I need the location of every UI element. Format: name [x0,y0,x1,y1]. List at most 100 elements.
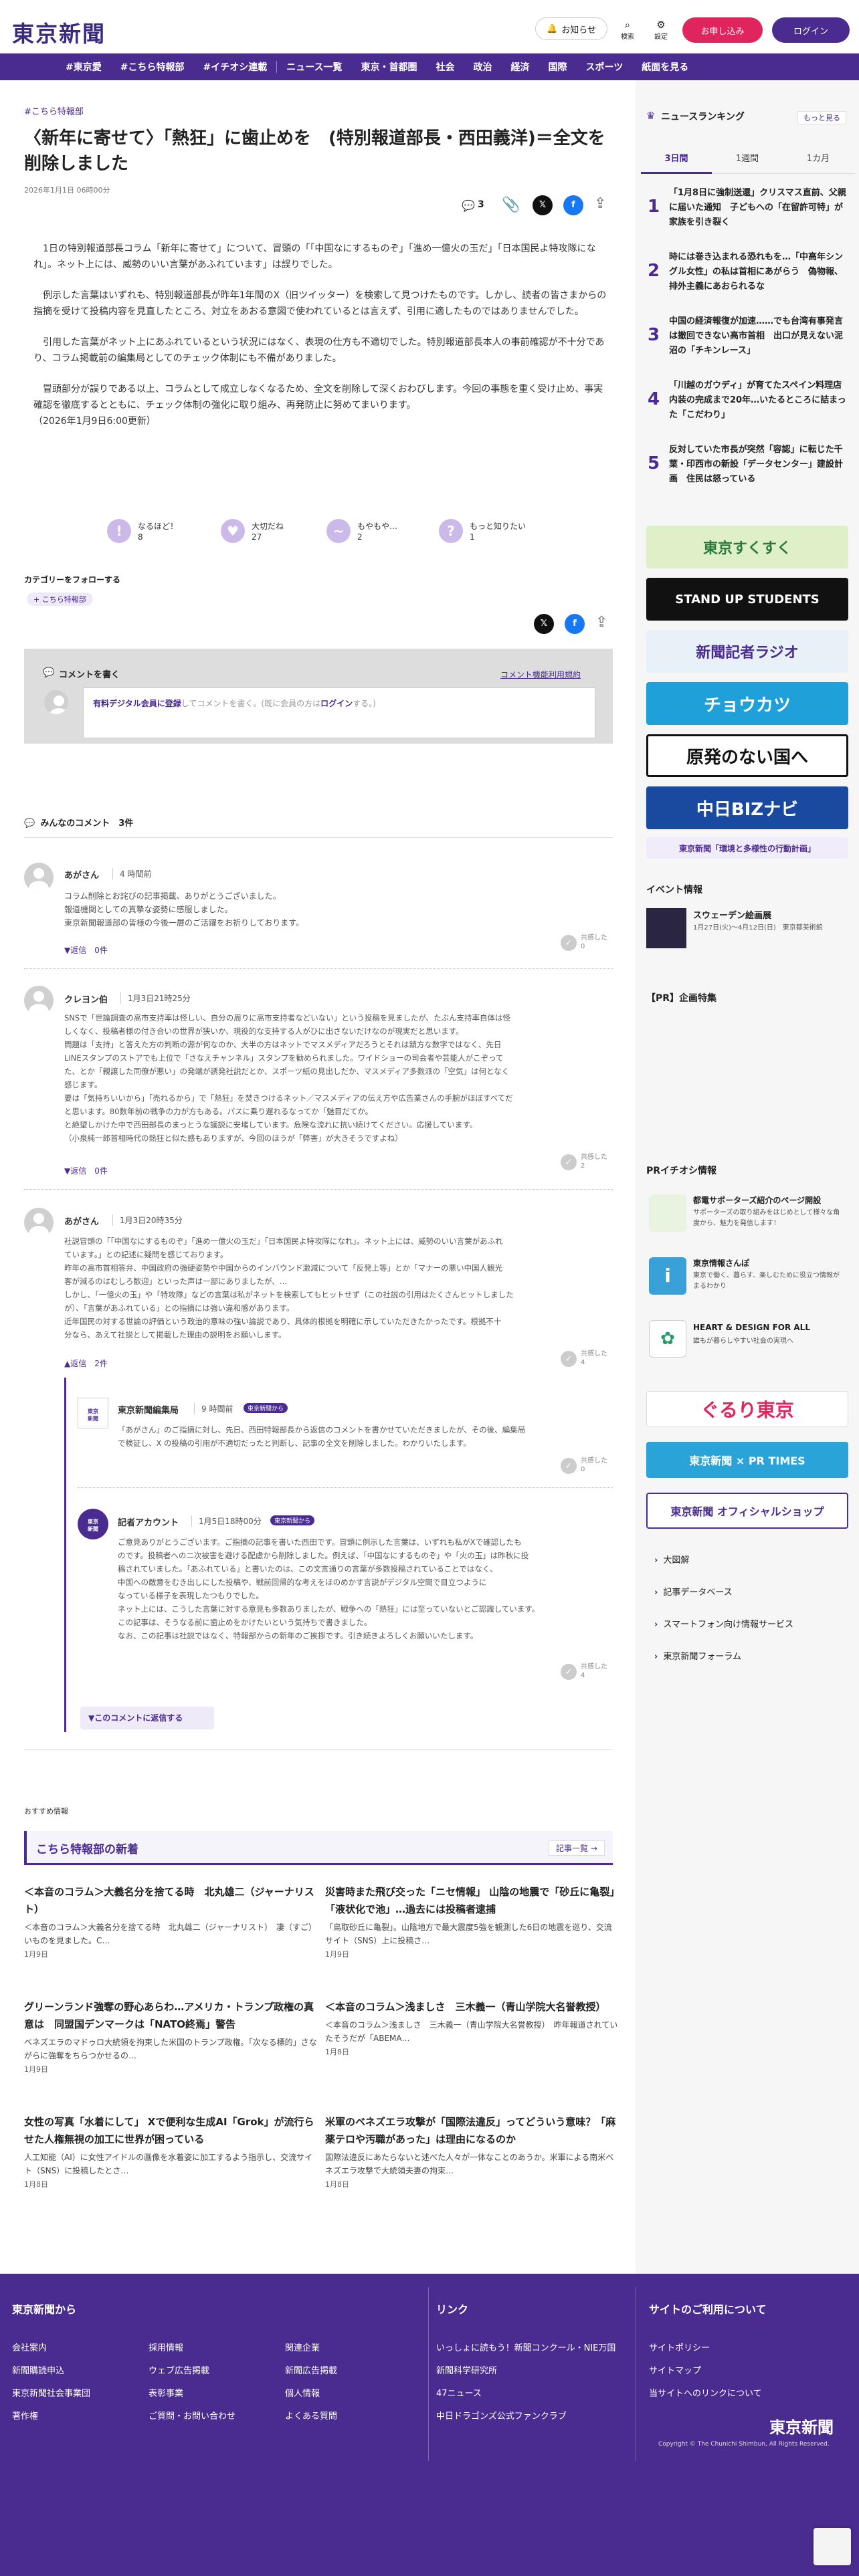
nav-item[interactable]: #こちら特報部 [111,60,194,74]
reply-toggle[interactable]: ▲返信 2件 [64,1358,108,1369]
like-button[interactable]: ✓ 共感した 0 [561,932,607,959]
settings-button[interactable]: ⚙ 設定 [653,19,669,41]
sidebar-link[interactable]: 記事データベース [654,1585,732,1598]
x-share-icon[interactable]: 𝕏 [534,614,554,634]
footer-link[interactable]: ウェブ広告掲載 [149,2363,209,2376]
share-icon[interactable]: ⇪ [595,614,607,631]
banner-gururi-tokyo[interactable]: ぐるり東京 [646,1391,848,1427]
footer-link[interactable]: ご質問・お問い合わせ [149,2409,235,2422]
news-card[interactable]: 米軍のベネズエラ攻撃が「国際法違反」ってどういう意味？「麻薬テロや汚職があった」… [325,2113,619,2189]
news-card[interactable]: グリーンランド強奪の野心あらわ…アメリカ・トランプ政権の真意は 同盟国デンマーク… [24,1998,318,2074]
sidebar-link[interactable]: 東京新聞フォーラム [654,1649,741,1662]
banner-genpatsu[interactable]: 原発のない国へ [646,734,848,777]
ranking-item[interactable]: 5 反対していた市長が突然「容認」に転じた千葉・印西市の新設「データセンター」建設… [641,437,855,502]
footer-link[interactable]: 著作権 [12,2409,38,2422]
footer-link[interactable]: 新聞広告掲載 [285,2363,337,2376]
facebook-share-icon[interactable]: f [563,195,583,215]
ranking-item[interactable]: 4 「川越のガウディ」が育てたスペイン料理店 内装の完成まで20年…いたるところに… [641,373,855,437]
nav-item[interactable]: ニュース一覧 [277,60,351,74]
article-tag[interactable]: #こちら特報部 [24,104,84,117]
x-share-icon[interactable]: 𝕏 [533,195,553,215]
tab-1month[interactable]: 1カ月 [783,151,854,164]
footer-link[interactable]: サイトポリシー [649,2341,710,2353]
news-card[interactable]: ＜本音のコラム＞大義名分を捨てる時 北丸雄二（ジャーナリスト） ＜本音のコラム＞… [24,1883,318,1959]
follow-tag-button[interactable]: + こちら特報部 [27,593,93,606]
like-button[interactable]: ✓ 共感した 2 [561,1152,607,1178]
register-link[interactable]: 有料デジタル会員に登録 [93,699,181,708]
news-card[interactable]: 女性の写真「水着にして」 Xで便利な生成AI「Grok」が流行らせた人権無視の加… [24,2113,318,2189]
sidebar-link[interactable]: スマートフォン向け情報サービス [654,1617,793,1630]
banner-radio[interactable]: 新聞記者ラジオ [646,630,848,673]
footer-link[interactable]: 中日ドラゴンズ公式ファンクラブ [436,2409,567,2422]
footer-link[interactable]: 47ニュース [436,2386,482,2399]
login-button[interactable]: ログイン [772,17,850,43]
like-button[interactable]: ✓ 共感した 0 [561,1455,607,1482]
banner-chokatsu[interactable]: チョウカツ [646,682,848,725]
pr-item-desc: 東京で働く、暮らす、楽しむために役立つ情報がまるわかり [693,1272,840,1290]
banner-pr-times[interactable]: 東京新聞 × PR TIMES [646,1442,848,1478]
nav-item[interactable]: 経済 [502,60,539,74]
site-logo[interactable]: 東京新聞 [12,16,106,48]
ranking-item[interactable]: 1 「1月8日に強制送還」クリスマス直前、父親に届いた通知 子どもへの「在留許可特… [641,181,855,245]
subscribe-button[interactable]: お申し込み [682,17,763,43]
reply-to-comment-button[interactable]: ▼このコメントに返信する [80,1707,214,1729]
nav-item[interactable]: 東京・首都圏 [352,60,427,74]
ranking-item[interactable]: 2 時には巻き込まれる恐れもを…「中高年シングル女性」の私は首相にあがらう 偽物報… [641,245,855,309]
ranking-more-link[interactable]: もっと見る [797,111,846,124]
tab-1week[interactable]: 1週間 [712,151,783,164]
footer-link[interactable]: 個人情報 [285,2386,320,2399]
facebook-share-icon[interactable]: f [565,614,585,634]
footer-link[interactable]: 当サイトへのリンクについて [649,2386,762,2399]
pr-item-title[interactable]: HEART & DESIGN FOR ALL [693,1323,810,1332]
footer-link[interactable]: 東京新聞社会事業団 [12,2386,90,2399]
nav-item[interactable]: 社会 [427,60,464,74]
comment-icon[interactable]: 💬 [462,199,475,212]
nav-item[interactable]: #東京愛 [56,60,111,74]
reply-toggle[interactable]: ▼返信 0件 [64,1165,108,1176]
news-card[interactable]: ＜本音のコラム＞浅ましさ 三木義一（青山学院大名誉教授） ＜本音のコラム＞浅まし… [325,1998,619,2057]
footer-link[interactable]: よくある質問 [285,2409,337,2422]
banner-chunichi-biz[interactable]: 中日BIZナビ [646,786,848,829]
banner-action-plan[interactable]: 東京新聞「環境と多様性の行動計画」 [646,837,848,859]
footer-link[interactable]: サイトマップ [649,2363,701,2376]
footer-link[interactable]: 新聞科学研究所 [436,2363,497,2376]
ranking-item[interactable]: 3 中国の経済報復が加速……でも台湾有事発言は撤回できない高市首相 出口が見えない… [641,309,855,373]
sidebar-link[interactable]: 大図解 [654,1553,689,1566]
footer-link[interactable]: 表彰事業 [149,2386,183,2399]
reaction-taisetsu[interactable]: ♥ 大切だね 27 [221,519,328,566]
pr-item-title[interactable]: 東京情報さんぽ [693,1257,749,1269]
like-button[interactable]: ✓ 共感した 4 [561,1661,607,1688]
article-list-link[interactable]: 記事一覧 → [549,1840,605,1856]
nav-item[interactable]: 国際 [539,60,577,74]
comment-terms-link[interactable]: コメント機能利用規約 [500,669,581,680]
footer-link[interactable]: 新聞購読申込 [12,2363,64,2376]
footer-link[interactable]: 採用情報 [149,2341,183,2353]
pr-item-title[interactable]: 都電サポーターズ紹介のページ開設 [693,1194,821,1206]
tab-3days[interactable]: 3日間 [641,151,712,174]
nav-item[interactable]: 政治 [464,60,502,74]
share-bar-bottom: 𝕏 f ⇪ [534,614,614,637]
nav-item[interactable]: スポーツ [577,60,633,74]
clip-icon[interactable]: 📎 [502,197,520,213]
like-button[interactable]: ✓ 共感した 4 [561,1348,607,1375]
share-icon[interactable]: ⇪ [594,195,606,212]
banner-sukusuku[interactable]: 東京すくすく [646,526,848,568]
search-button[interactable]: ⌕ 検索 [619,19,636,41]
reply-toggle[interactable]: ▼返信 0件 [64,944,108,956]
banner-official-shop[interactable]: 東京新聞 オフィシャルショップ [646,1493,848,1529]
reaction-naruhodo[interactable]: ! なるほど！ 8 [107,519,214,566]
nav-item[interactable]: #イチオシ連載 [193,60,276,74]
footer-link[interactable]: 会社案内 [12,2341,47,2353]
comment-input[interactable]: 有料デジタル会員に登録してコメントを書く。(既に会員の方はログインする。) [83,687,595,738]
banner-stand-up-students[interactable]: STAND UP STUDENTS [646,578,848,621]
login-link[interactable]: ログイン [320,699,353,708]
footer-link[interactable]: いっしょに読もう！新聞コンクール・NIE万国 [436,2341,615,2353]
event-name[interactable]: スウェーデン絵画展 [693,908,771,921]
reaction-motto[interactable]: ? もっと知りたい 1 [439,519,546,566]
footer-link[interactable]: 関連企業 [285,2341,320,2353]
nav-item[interactable]: 紙面を見る [632,60,698,74]
comment-form-title: コメントを書く [59,670,120,680]
reaction-moyamoya[interactable]: ~ もやもや… 2 [326,519,434,566]
notice-button[interactable]: 🔔 お知らせ [535,17,607,40]
news-card[interactable]: 災害時また飛び交った「ニセ情報」 山陰の地震で「砂丘に亀裂」「液状化で池」…過去… [325,1883,619,1959]
